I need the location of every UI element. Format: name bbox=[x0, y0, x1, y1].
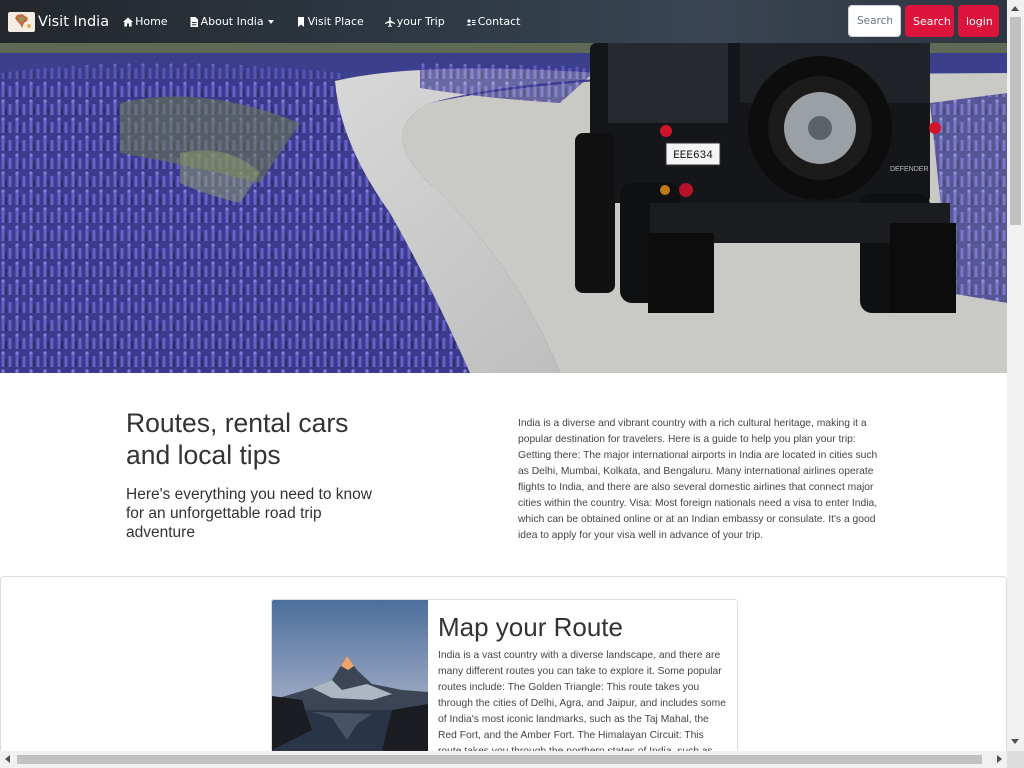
airplane-icon bbox=[384, 16, 395, 27]
brand[interactable]: Visit India bbox=[8, 11, 110, 32]
intro-section: Routes, rental cars and local tips Here'… bbox=[0, 373, 1007, 576]
nav-item-visit-place[interactable]: Visit Place bbox=[296, 15, 364, 28]
intro-heading-block: Routes, rental cars and local tips Here'… bbox=[126, 407, 386, 542]
nav-item-label: Visit Place bbox=[307, 15, 364, 28]
card-text: India is a vast country with a diverse l… bbox=[438, 650, 726, 751]
scroll-right-arrow-icon[interactable] bbox=[997, 755, 1002, 763]
horizontal-scroll-thumb[interactable] bbox=[17, 755, 982, 764]
license-plate: EEE634 bbox=[673, 150, 713, 162]
nav-item-your-trip[interactable]: your Trip bbox=[384, 15, 445, 28]
defender-badge: DEFENDER bbox=[890, 166, 929, 173]
scroll-down-arrow-icon[interactable] bbox=[1011, 739, 1019, 744]
horizontal-scrollbar[interactable] bbox=[0, 751, 1007, 768]
nav-links: Home About India Visit Place your Trip C… bbox=[123, 15, 541, 28]
map-route-card: Map your Route India is a vast country w… bbox=[271, 599, 738, 751]
nav-item-label: Contact bbox=[477, 15, 521, 28]
intro-subtitle: Here's everything you need to know for a… bbox=[126, 486, 372, 541]
top-navbar: Visit India Home About India Visit Place… bbox=[0, 0, 1007, 43]
house-icon bbox=[123, 17, 134, 26]
vertical-scrollbar[interactable] bbox=[1007, 0, 1024, 751]
nav-item-label: Home bbox=[135, 15, 168, 28]
document-icon bbox=[190, 16, 198, 27]
nav-item-label: your Trip bbox=[396, 15, 445, 28]
nav-item-about-india[interactable]: About India bbox=[189, 15, 274, 28]
nav-item-home[interactable]: Home bbox=[123, 15, 168, 28]
page-viewport: Visit India Home About India Visit Place… bbox=[0, 0, 1007, 751]
scroll-left-arrow-icon[interactable] bbox=[5, 755, 10, 763]
india-map-logo-icon bbox=[8, 11, 35, 32]
card-body: Map your Route India is a vast country w… bbox=[428, 600, 737, 751]
contact-card-icon bbox=[466, 18, 476, 25]
vertical-scroll-thumb[interactable] bbox=[1010, 17, 1021, 225]
nav-actions: Search login bbox=[848, 5, 999, 37]
nav-item-contact[interactable]: Contact bbox=[466, 15, 521, 28]
intro-title: Routes, rental cars and local tips bbox=[126, 408, 349, 470]
intro-body: India is a diverse and vibrant country w… bbox=[518, 418, 878, 541]
route-section: Map your Route India is a vast country w… bbox=[0, 576, 1007, 751]
scrollbar-corner bbox=[1007, 751, 1024, 768]
chevron-down-icon bbox=[267, 19, 274, 24]
card-title: Map your Route bbox=[438, 612, 623, 642]
login-button[interactable]: login bbox=[958, 5, 999, 37]
search-input[interactable] bbox=[848, 5, 901, 37]
bookmark-icon bbox=[297, 16, 304, 27]
mountain-image bbox=[272, 600, 428, 751]
search-button[interactable]: Search bbox=[905, 5, 954, 37]
nav-item-label: About India bbox=[200, 15, 264, 28]
scroll-up-arrow-icon[interactable] bbox=[1011, 6, 1019, 11]
hero-image: EEE634 DEFENDER bbox=[0, 43, 1007, 373]
brand-name: Visit India bbox=[38, 13, 110, 30]
